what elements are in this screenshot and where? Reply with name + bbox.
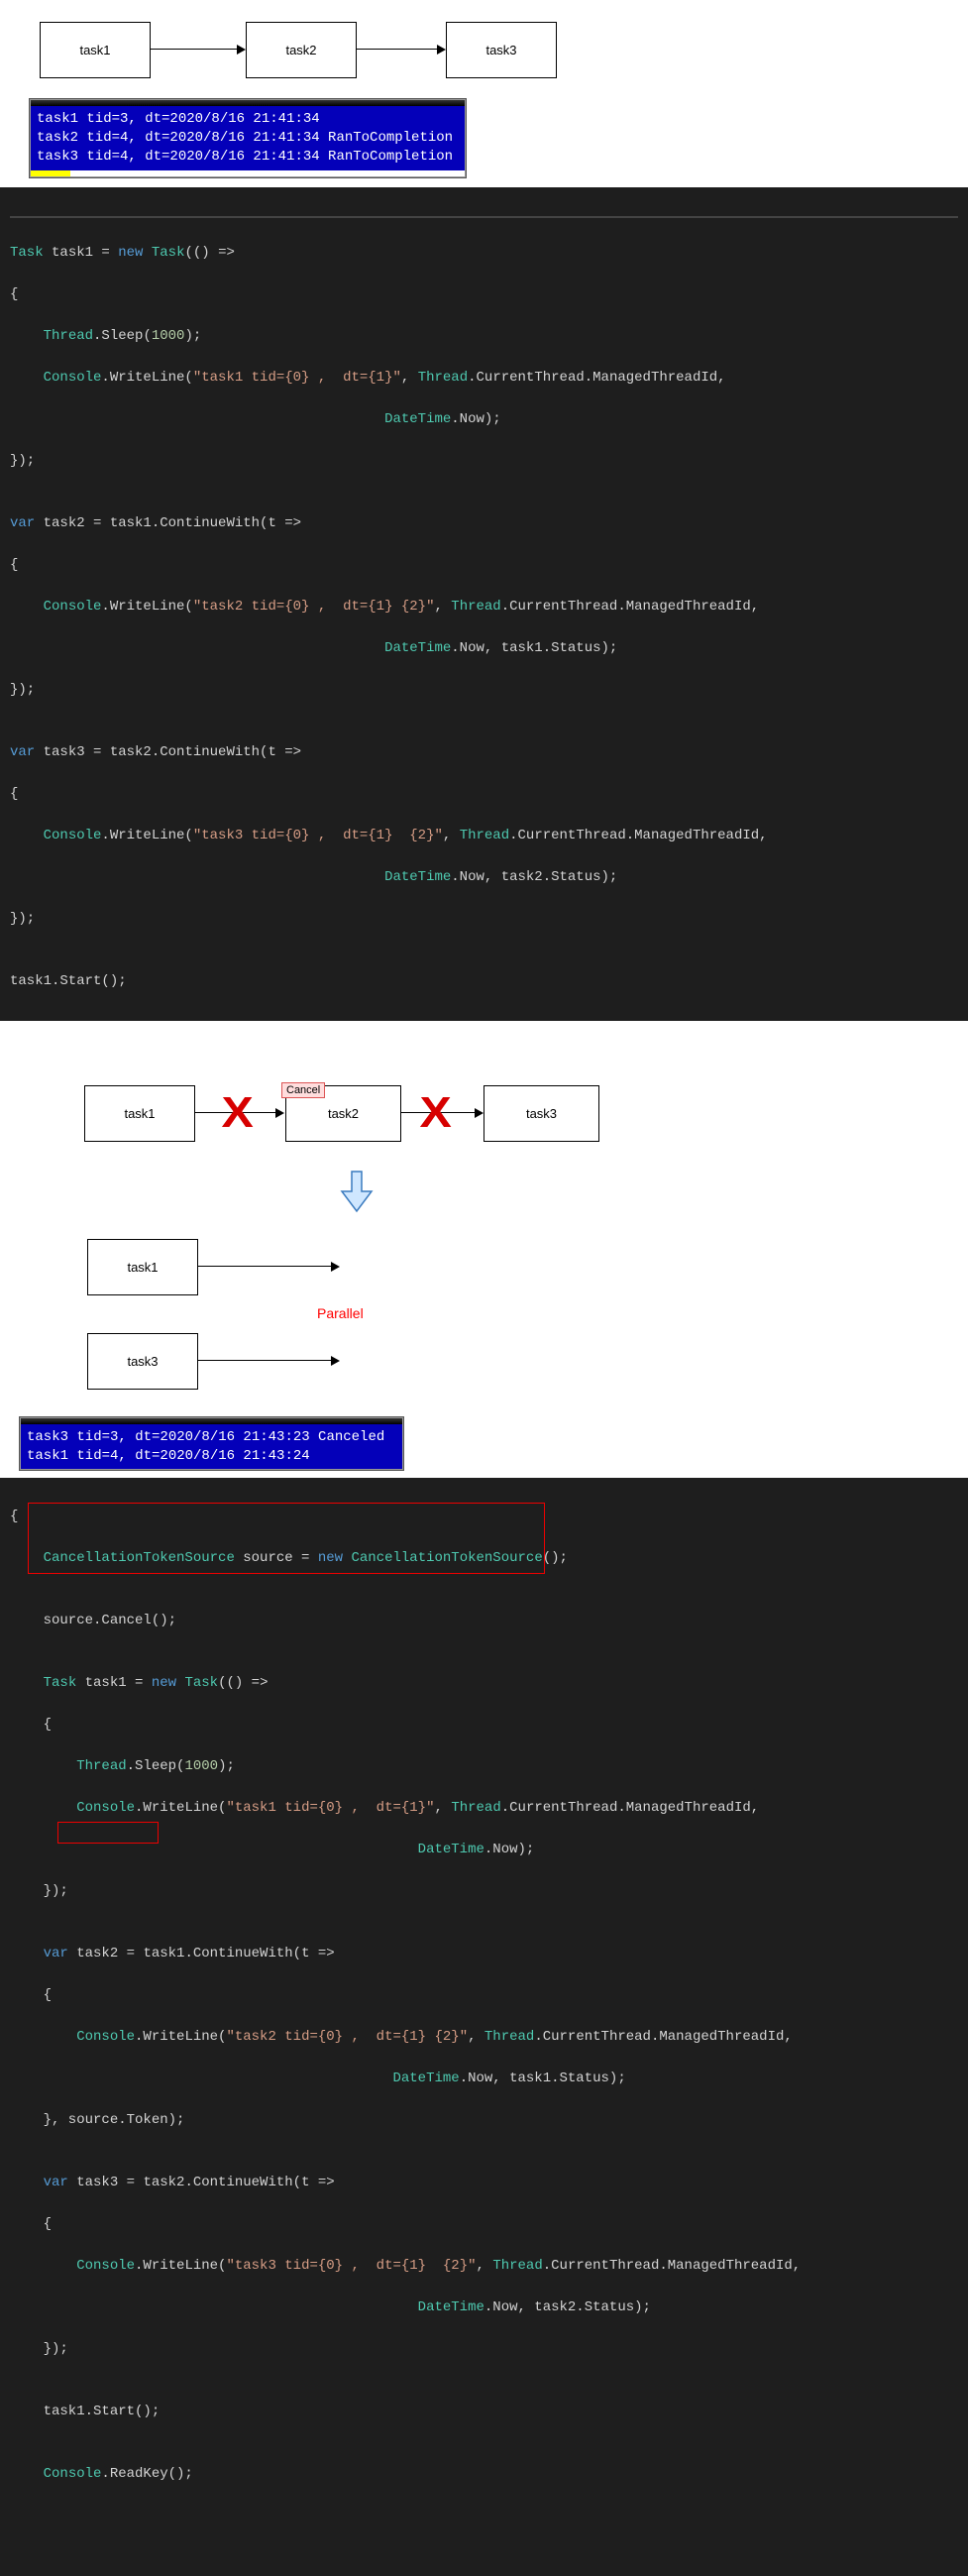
- diagram1-box-task3: task3: [446, 22, 557, 78]
- d2-par-arrow2-head: [331, 1356, 340, 1366]
- diagram1-box-task1: task1: [40, 22, 151, 78]
- console2-line1: task3 tid=3, dt=2020/8/16 21:43:23 Cance…: [27, 1428, 396, 1447]
- arrow-2-head: [437, 45, 446, 55]
- red-x-2: X: [420, 1088, 452, 1138]
- red-x-1: X: [222, 1088, 254, 1138]
- console-output-1: task1 tid=3, dt=2020/8/16 21:41:34 task2…: [30, 99, 466, 177]
- diagram-sequential: task1 task2 task3: [0, 0, 968, 99]
- code-block-2: { CancellationTokenSource source = new C…: [0, 1478, 968, 2576]
- diagram2-parallel-task3: task3: [87, 1333, 198, 1390]
- arrow-1: [150, 49, 237, 50]
- arrow-1-head: [237, 45, 246, 55]
- diagram2-box-task1: task1: [84, 1085, 195, 1142]
- diagram1-box-task2: task2: [246, 22, 357, 78]
- console-caret: [31, 170, 70, 176]
- d2-par-arrow1-head: [331, 1262, 340, 1272]
- console1-line1: task1 tid=3, dt=2020/8/16 21:41:34: [37, 110, 459, 129]
- d2-par-arrow1: [197, 1266, 331, 1267]
- console-output-1-wrapper: task1 tid=3, dt=2020/8/16 21:41:34 task2…: [0, 99, 968, 177]
- d2-par-arrow2: [197, 1360, 331, 1361]
- d2-arrow1-head: [275, 1108, 284, 1118]
- down-arrow-icon: [340, 1170, 374, 1213]
- console2-line2: task1 tid=4, dt=2020/8/16 21:43:24: [27, 1447, 396, 1466]
- highlight-source-token: [57, 1822, 159, 1844]
- cancel-label: Cancel: [281, 1082, 325, 1098]
- console1-line2: task2 tid=4, dt=2020/8/16 21:41:34 RanTo…: [37, 129, 459, 148]
- highlight-cancellation-source: [28, 1503, 545, 1574]
- parallel-label: Parallel: [317, 1305, 364, 1321]
- arrow-2: [356, 49, 437, 50]
- diagram2-parallel-task1: task1: [87, 1239, 198, 1295]
- console-output-2-wrapper: task3 tid=3, dt=2020/8/16 21:43:23 Cance…: [0, 1417, 968, 1471]
- console-output-2: task3 tid=3, dt=2020/8/16 21:43:23 Cance…: [20, 1417, 403, 1471]
- console1-line3: task3 tid=4, dt=2020/8/16 21:41:34 RanTo…: [37, 148, 459, 167]
- code-block-1: Task task1 = new Task(() => { Thread.Sle…: [0, 187, 968, 1021]
- diagram-cancel-parallel: task1 X task2 Cancel X task3 task1 Paral…: [0, 1070, 968, 1417]
- d2-arrow2-head: [475, 1108, 484, 1118]
- diagram2-box-task3: task3: [484, 1085, 599, 1142]
